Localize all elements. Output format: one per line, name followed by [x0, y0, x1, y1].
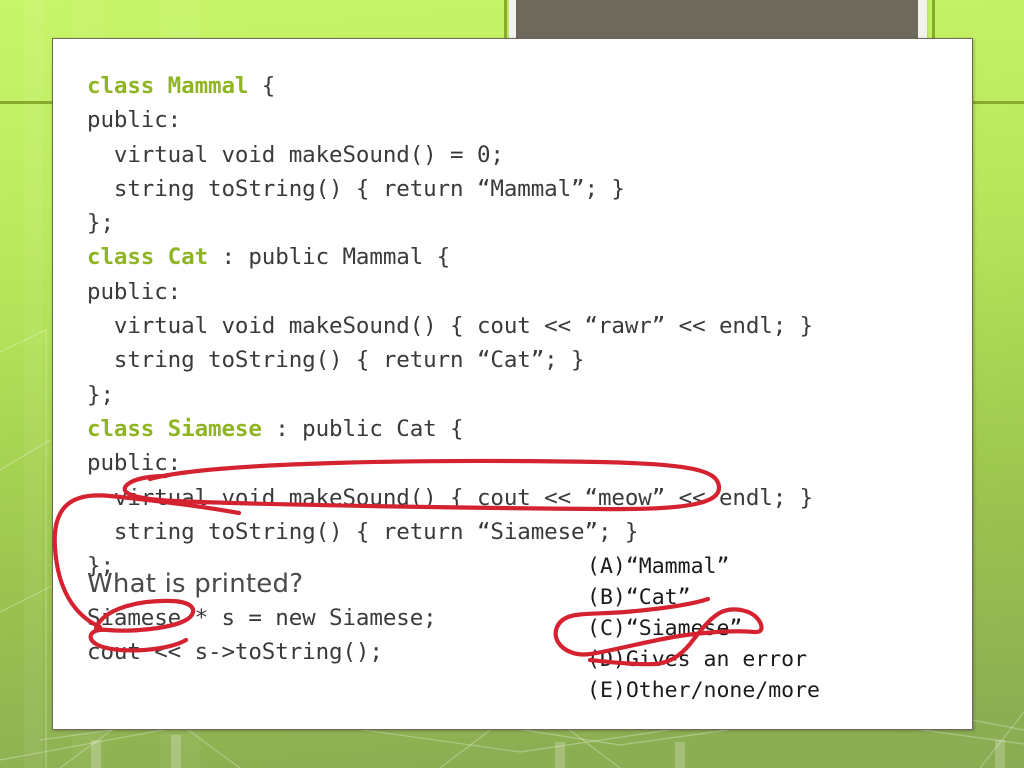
content-card: class Mammal { public: virtual void makeS… [52, 38, 973, 730]
code-text: string toString() { return “Siamese”; } [87, 518, 639, 545]
code-keyword: class Cat [87, 244, 209, 271]
answer-option-text: “Siamese” [625, 616, 743, 641]
code-text: }; [87, 381, 114, 408]
code-line: virtual void makeSound() = 0; [87, 138, 957, 172]
code-line: public: [87, 446, 957, 480]
code-text: string toString() { return “Cat”; } [87, 347, 585, 374]
code-line: class Siamese : public Cat { [87, 412, 957, 446]
code-line: cout << s->toString(); [87, 639, 383, 666]
code-text: }; [87, 210, 114, 237]
code-block: class Mammal { public: virtual void makeS… [87, 69, 957, 583]
code-text: public: [87, 278, 182, 305]
answer-option-key: (A) [587, 554, 626, 579]
answer-option-key: (C) [587, 616, 626, 641]
code-text: virtual void makeSound() { cout << “meow… [87, 484, 814, 511]
code-keyword: class Siamese [87, 415, 262, 442]
code-line: }; [87, 378, 957, 412]
answer-choices: (A)“Mammal” (B)“Cat” (C)“Siamese” (D)Gives … [587, 551, 820, 706]
code-line: virtual void makeSound() { cout << “rawr… [87, 309, 957, 343]
post-code-block: Siamese * s = new Siamese; cout << s->toS… [87, 601, 437, 670]
code-line: string toString() { return “Mammal”; } [87, 172, 957, 206]
code-line: class Mammal { [87, 69, 957, 103]
question-prompt: What is printed? [87, 569, 304, 599]
code-text: { [248, 73, 276, 99]
answer-option[interactable]: (A)“Mammal” [587, 551, 820, 582]
code-text: string toString() { return “Mammal”; } [87, 175, 625, 202]
answer-option-key: (B) [587, 585, 626, 610]
slide: class Mammal { public: virtual void makeS… [0, 0, 1024, 768]
code-text: public: [87, 107, 182, 134]
answer-option[interactable]: (D)Gives an error [587, 644, 820, 675]
code-text: : public Cat { [261, 415, 464, 442]
answer-option-text: “Mammal” [625, 554, 730, 579]
code-text: virtual void makeSound() = 0; [87, 141, 504, 168]
answer-option-key: (E) [587, 678, 626, 703]
answer-option-text: Other/none/more [625, 678, 821, 703]
code-line: Siamese * s = new Siamese; [87, 605, 437, 631]
code-line: public: [87, 103, 957, 137]
code-text: : public Mammal { [208, 244, 451, 271]
code-line: virtual void makeSound() { cout << “meow… [87, 481, 957, 515]
answer-option-key: (D) [587, 647, 626, 672]
answer-option[interactable]: (C)“Siamese” [587, 613, 820, 644]
code-line: public: [87, 275, 957, 309]
code-text: public: [87, 450, 182, 477]
code-line: string toString() { return “Siamese”; } [87, 515, 957, 549]
code-keyword: class Mammal [87, 73, 249, 99]
code-line: }; [87, 206, 957, 240]
code-line: string toString() { return “Cat”; } [87, 343, 957, 377]
code-line: class Cat : public Mammal { [87, 240, 957, 274]
answer-option-text: “Cat” [625, 585, 691, 610]
code-text: virtual void makeSound() { cout << “rawr… [87, 313, 814, 340]
answer-option[interactable]: (B)“Cat” [587, 582, 820, 613]
answer-option[interactable]: (E)Other/none/more [587, 675, 820, 706]
answer-option-text: Gives an error [625, 647, 808, 672]
